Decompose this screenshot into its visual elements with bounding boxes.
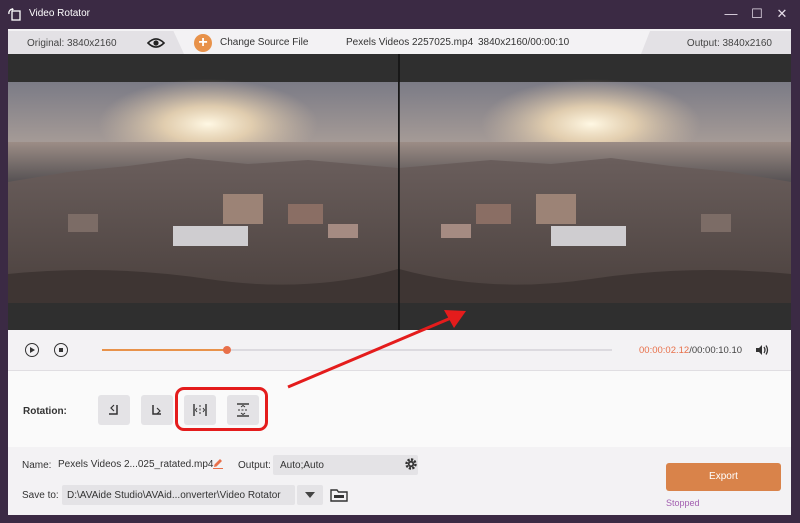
- preview-canvas: [8, 54, 791, 330]
- time-display: 00:00:02.12/00:00:10.10: [639, 345, 742, 356]
- total-time: /00:00:10.10: [689, 345, 743, 356]
- rotate-right-button[interactable]: [141, 395, 173, 425]
- rotation-panel: Rotation:: [8, 371, 791, 447]
- current-time: 00:00:02.12: [639, 345, 690, 356]
- main-window: Original: 3840x2160 + Change Source File…: [8, 29, 791, 515]
- output-format-field[interactable]: Auto;Auto: [273, 455, 418, 475]
- play-button[interactable]: [25, 343, 39, 357]
- edit-name-icon[interactable]: [212, 457, 224, 469]
- save-path-field[interactable]: D:\AVAide Studio\AVAid...onverter\Video …: [62, 485, 295, 505]
- change-source-button[interactable]: Change Source File: [220, 37, 308, 48]
- flip-buttons-highlight: [175, 387, 268, 431]
- progress-fill: [102, 349, 227, 351]
- export-button[interactable]: Export: [666, 463, 781, 491]
- chevron-down-icon: [305, 492, 315, 498]
- video-preview: [8, 54, 791, 330]
- status-text: Stopped: [666, 498, 700, 508]
- rotate-left-icon: [109, 404, 118, 415]
- output-resolution: Output: 3840x2160: [686, 38, 772, 49]
- minimize-button[interactable]: —: [722, 6, 740, 22]
- rotate-left-button[interactable]: [98, 395, 130, 425]
- folder-icon[interactable]: [330, 488, 348, 502]
- title-bar: Video Rotator — ☐ ✕: [0, 0, 800, 29]
- output-label: Output:: [238, 460, 271, 471]
- maximize-button[interactable]: ☐: [748, 6, 766, 22]
- name-label: Name:: [22, 460, 52, 471]
- output-settings: Name: Pexels Videos 2...025_ratated.mp4 …: [8, 447, 791, 515]
- rotation-label: Rotation:: [23, 406, 67, 417]
- file-name: Pexels Videos 2257025.mp4: [346, 37, 474, 48]
- close-button[interactable]: ✕: [773, 6, 791, 22]
- volume-icon[interactable]: [755, 344, 769, 356]
- original-video-frame: [8, 79, 398, 303]
- output-video-frame: [399, 79, 791, 303]
- stop-button[interactable]: [54, 343, 68, 357]
- window-title: Video Rotator: [29, 8, 90, 19]
- save-path-dropdown[interactable]: [297, 485, 323, 505]
- add-file-icon[interactable]: +: [194, 34, 212, 52]
- eye-icon[interactable]: [147, 37, 165, 49]
- rotate-right-icon: [152, 405, 161, 415]
- info-bar: Original: 3840x2160 + Change Source File…: [8, 29, 791, 54]
- progress-slider[interactable]: [102, 346, 612, 354]
- file-meta: 3840x2160/00:00:10: [478, 37, 570, 48]
- gear-icon[interactable]: [404, 457, 418, 471]
- output-format-value: Auto;Auto: [280, 460, 324, 471]
- save-to-label: Save to:: [22, 490, 59, 501]
- progress-handle[interactable]: [222, 346, 231, 354]
- playback-controls: 00:00:02.12/00:00:10.10: [8, 330, 791, 371]
- stop-icon: [59, 348, 63, 352]
- save-path-value: D:\AVAide Studio\AVAid...onverter\Video …: [67, 490, 281, 501]
- original-resolution: Original: 3840x2160: [27, 38, 117, 49]
- output-file-name: Pexels Videos 2...025_ratated.mp4: [58, 459, 214, 470]
- play-icon: [30, 347, 35, 353]
- app-logo-icon: [8, 8, 21, 21]
